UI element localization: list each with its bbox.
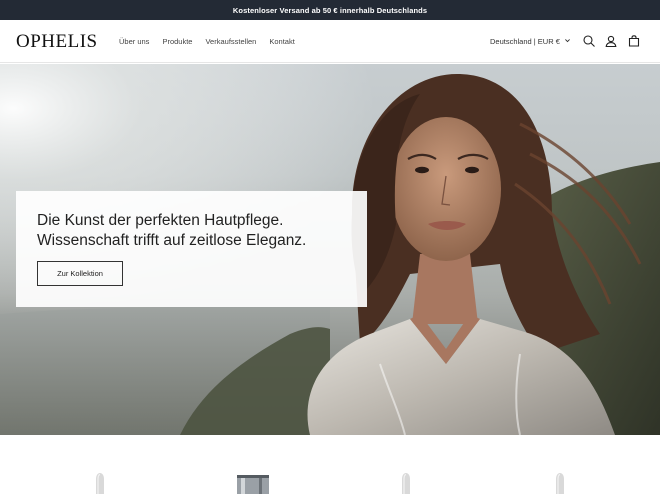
chevron-down-icon [564,37,571,46]
hero-banner: Die Kunst der perfekten Hautpflege. Wiss… [0,64,660,435]
account-icon[interactable] [604,34,618,48]
region-label: Deutschland | EUR € [490,37,560,46]
collection-button[interactable]: Zur Kollektion [37,261,123,286]
site-header: OPHELIS Über uns Produkte Verkaufsstelle… [0,20,660,63]
hero-headline: Die Kunst der perfekten Hautpflege. Wiss… [37,211,357,251]
search-icon[interactable] [582,34,596,48]
nav-item-products[interactable]: Produkte [162,37,192,46]
product-bottle-1[interactable] [92,473,108,494]
hero-headline-line-1: Die Kunst der perfekten Hautpflege. [37,212,284,229]
nav-item-about[interactable]: Über uns [119,37,149,46]
cart-icon[interactable] [627,34,641,48]
region-selector[interactable]: Deutschland | EUR € [490,37,571,46]
hero-text-panel: Die Kunst der perfekten Hautpflege. Wiss… [16,191,367,307]
brand-logo[interactable]: OPHELIS [16,31,98,53]
announcement-text: Kostenloser Versand ab 50 € innerhalb De… [232,5,428,15]
product-jar-2[interactable] [235,473,271,494]
product-bottle-4[interactable] [552,473,568,494]
product-strip [0,435,660,494]
nav-item-contact[interactable]: Kontakt [269,37,294,46]
main-nav: Über uns Produkte Verkaufsstellen Kontak… [119,37,295,46]
product-bottle-3[interactable] [398,473,414,494]
nav-item-stores[interactable]: Verkaufsstellen [205,37,256,46]
announcement-bar: Kostenloser Versand ab 50 € innerhalb De… [0,0,660,20]
hero-headline-line-2: Wissenschaft trifft auf zeitlose Eleganz… [37,232,307,249]
